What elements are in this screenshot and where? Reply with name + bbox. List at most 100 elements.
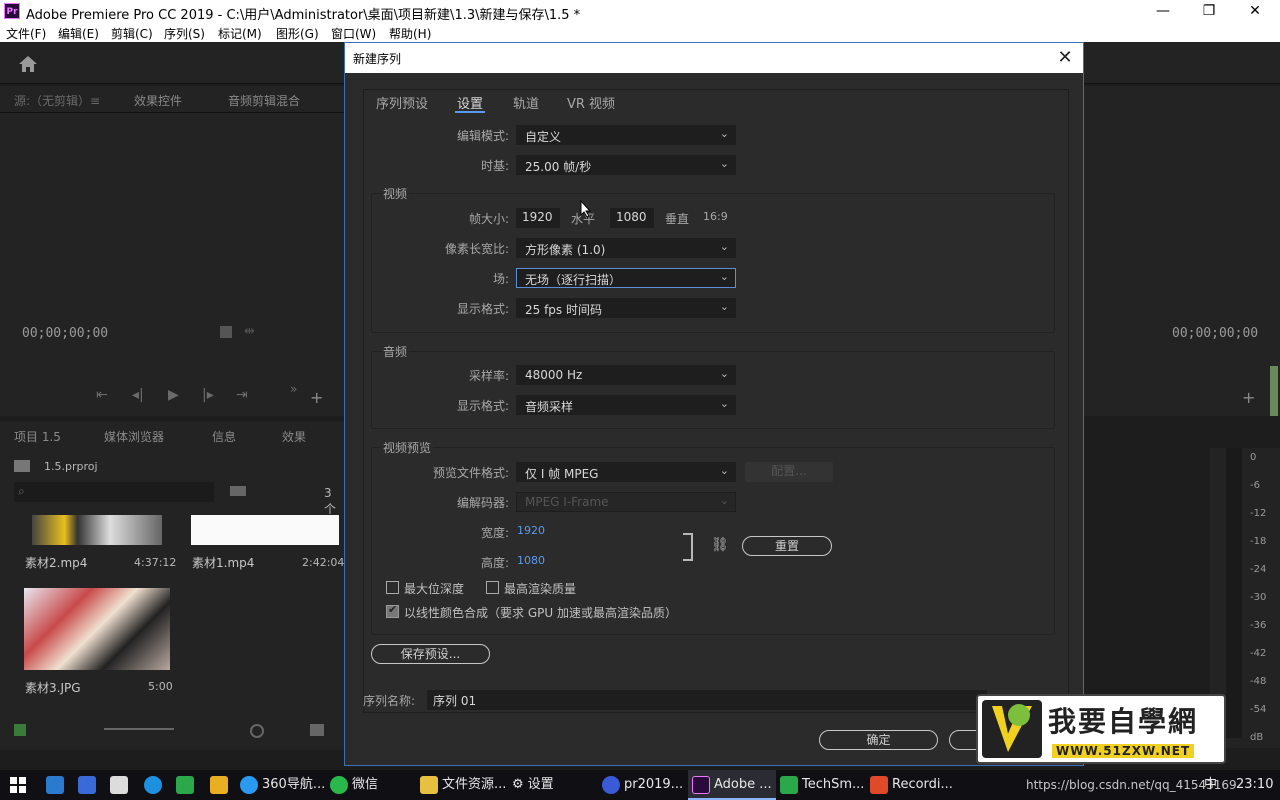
frame-width-input[interactable]: 1920 [516,208,560,228]
ok-button[interactable]: 确定 [819,730,938,750]
taskbar-pr2019[interactable]: pr2019... [602,770,683,800]
configure-button[interactable]: 配置... [745,462,833,482]
windows-logo-icon [10,776,26,793]
video-display-format-dropdown[interactable]: 25 fps 时间码 ⌄ [516,298,736,318]
fit-icon[interactable] [220,326,232,338]
taskbar-green-app[interactable] [176,770,198,800]
techsmith-icon [780,775,798,794]
tab-media-browser[interactable]: 媒体浏览器 [104,428,164,445]
taskbar-explorer[interactable]: 文件资源... [420,770,506,800]
video-section-title: 视频 [381,185,410,202]
taskbar-360[interactable]: 360导航... [240,770,325,800]
height-value[interactable]: 1080 [517,554,545,567]
video-display-format-value: 25 fps 时间码 [525,303,602,317]
zoom-slider[interactable] [104,728,174,730]
360-icon [240,775,258,794]
save-preset-button[interactable]: 保存预设... [371,644,490,664]
dialog-close-button[interactable]: ✕ [1053,46,1077,70]
tab-project[interactable]: 项目 1.5 [14,428,61,445]
lock-icon[interactable] [14,724,26,736]
edit-mode-dropdown[interactable]: 自定义 ⌄ [516,125,736,145]
tab-sequence-presets[interactable]: 序列预设 [376,93,428,112]
width-value[interactable]: 1920 [517,524,545,537]
scrollbar[interactable] [1270,366,1278,416]
edit-mode-value: 自定义 [525,130,562,144]
taskbar-settings[interactable]: ⚙ 设置 [512,770,554,800]
preview-file-format-dropdown[interactable]: 仅 I 帧 MPEG ⌄ [516,462,736,482]
clip-duration-3: 5:00 [148,680,173,693]
menu-help[interactable]: 帮助(H) [389,25,431,42]
menu-edit[interactable]: 编辑(E) [58,25,99,42]
maximize-button[interactable]: ❐ [1186,0,1232,24]
step-forward-out-icon[interactable]: ⇥ [236,387,248,403]
clip-thumbnail-1[interactable] [191,515,339,545]
taskbar-envelope[interactable] [110,770,132,800]
audio-display-format-dropdown[interactable]: 音频采样 ⌄ [516,395,736,415]
new-sequence-dialog: 新建序列 ✕ 序列预设 设置 轨道 VR 视频 编辑模式: 自定义 ⌄ 时基: 2… [344,42,1084,766]
add-button-icon[interactable]: + [310,388,323,407]
home-icon[interactable] [18,55,38,73]
find-icon[interactable] [250,724,264,738]
sequence-name-input[interactable]: 序列 01 [427,690,987,710]
tab-audio-clip-mixer[interactable]: 音频剪辑混合 [228,92,300,109]
step-back-icon[interactable]: ◂| [132,387,144,403]
clock[interactable]: 23:10 [1236,770,1273,800]
tab-tracks[interactable]: 轨道 [513,93,539,112]
add-button-icon[interactable]: + [1242,388,1255,407]
step-forward-icon[interactable]: |▸ [202,387,214,403]
green-app-icon [176,775,194,794]
menu-window[interactable]: 窗口(W) [331,25,376,42]
play-icon[interactable]: ▶ [168,387,179,403]
taskbar-wechat[interactable]: 微信 [330,770,378,800]
frame-height-input[interactable]: 1080 [610,208,654,228]
max-render-quality-checkbox[interactable] [486,581,499,594]
chain-link-icon[interactable]: ⛓ [711,537,729,553]
tab-source[interactable]: 源:（无剪辑）≡ [14,92,100,109]
meter-tick-label: -36 [1250,620,1267,631]
taskbar-ie[interactable] [144,770,166,800]
bin-icon[interactable] [230,486,246,496]
max-bit-depth-checkbox[interactable] [386,581,399,594]
insert-marker-icon[interactable]: ⇹ [244,324,255,339]
tab-settings[interactable]: 设置 [457,93,483,112]
timebase-dropdown[interactable]: 25.00 帧/秒 ⌄ [516,155,736,175]
menu-clip[interactable]: 剪辑(C) [111,25,153,42]
clip-thumbnail-3[interactable] [24,588,170,670]
preview-file-format-value: 仅 I 帧 MPEG [525,467,599,481]
taskbar-mail-app[interactable] [78,770,100,800]
meter-tick-label: dB [1250,732,1264,743]
close-window-button[interactable]: ✕ [1232,0,1278,24]
chevron-down-icon: ⌄ [719,157,729,170]
start-button[interactable] [10,770,26,800]
menu-sequence[interactable]: 序列(S) [164,25,205,42]
taskbar-techsmith[interactable]: TechSm... [780,770,864,800]
menu-graphics[interactable]: 图形(G) [276,25,319,42]
pixel-aspect-dropdown[interactable]: 方形像素 (1.0) ⌄ [516,238,736,258]
sample-rate-dropdown[interactable]: 48000 Hz ⌄ [516,365,736,385]
ime-indicator[interactable]: 中 [1204,770,1217,800]
reset-button[interactable]: 重置 [742,536,832,556]
taskbar-recording[interactable]: Recordi... [870,770,953,800]
tab-effect-controls[interactable]: 效果控件 [134,92,182,109]
fields-dropdown[interactable]: 无场（逐行扫描） ⌄ [516,268,736,288]
more-controls-icon[interactable]: » [290,382,297,396]
new-bin-icon[interactable] [310,724,324,736]
menu-file[interactable]: 文件(F) [6,25,46,42]
linear-color-checkbox[interactable]: ✔ [386,603,399,618]
shield-icon [602,775,620,794]
project-search-input[interactable]: ⌕ [14,482,214,502]
tab-info[interactable]: 信息 [212,428,236,445]
clip-thumbnail-2[interactable] [32,515,162,545]
tab-effects[interactable]: 效果 [282,428,306,445]
minimize-button[interactable]: — [1140,0,1186,24]
taskbar-k-app[interactable] [46,770,68,800]
taskbar-media-app[interactable] [210,770,232,800]
codec-dropdown[interactable]: MPEG I-Frame ⌄ [516,492,736,512]
link-bracket [683,533,693,561]
taskbar-adobe[interactable]: Adobe ... [688,770,776,800]
step-back-in-icon[interactable]: ⇤ [96,387,108,403]
tab-vr-video[interactable]: VR 视频 [567,93,615,112]
chevron-down-icon: ⌄ [719,270,729,283]
height-label: 高度: [480,556,509,570]
menu-marker[interactable]: 标记(M) [218,25,262,42]
